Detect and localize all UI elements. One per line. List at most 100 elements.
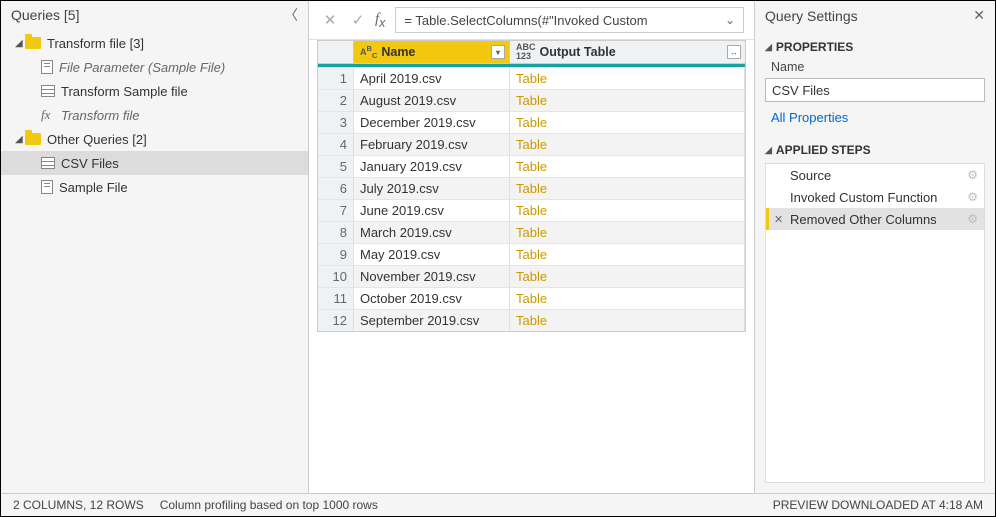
cell-output[interactable]: Table: [510, 133, 745, 155]
gear-icon[interactable]: ⚙: [967, 190, 978, 204]
cancel-formula-icon[interactable]: ✕: [319, 9, 341, 31]
cell-name[interactable]: January 2019.csv: [354, 155, 510, 177]
cell-output[interactable]: Table: [510, 177, 745, 199]
cell-name[interactable]: February 2019.csv: [354, 133, 510, 155]
applied-step[interactable]: ✕Removed Other Columns⚙: [766, 208, 984, 230]
cell-name[interactable]: April 2019.csv: [354, 67, 510, 89]
row-number: 7: [318, 199, 354, 221]
properties-section[interactable]: ◢ PROPERTIES: [765, 40, 985, 54]
cell-output[interactable]: Table: [510, 155, 745, 177]
column-header-output[interactable]: ABC123 Output Table ↔: [510, 41, 746, 63]
cell-output[interactable]: Table: [510, 199, 745, 221]
center-area: ✕ ✓ fx = Table.SelectColumns(#"Invoked C…: [309, 1, 755, 493]
cell-output[interactable]: Table: [510, 221, 745, 243]
cell-output[interactable]: Table: [510, 309, 745, 331]
expand-formula-icon[interactable]: ⌄: [725, 13, 735, 27]
tree-item[interactable]: File Parameter (Sample File): [1, 55, 308, 79]
fx-icon: fx: [375, 11, 385, 30]
folder-label: Other Queries [2]: [47, 132, 147, 147]
tree-item[interactable]: CSV Files: [1, 151, 308, 175]
column-header-name[interactable]: ABC Name ▾: [354, 41, 510, 63]
status-profiling: Column profiling based on top 1000 rows: [160, 498, 378, 512]
formula-text: = Table.SelectColumns(#"Invoked Custom: [404, 13, 647, 28]
cell-name[interactable]: November 2019.csv: [354, 265, 510, 287]
table-row[interactable]: 5January 2019.csvTable: [318, 155, 745, 177]
row-header-cell[interactable]: [318, 41, 354, 63]
name-label: Name: [771, 60, 985, 74]
row-number: 3: [318, 111, 354, 133]
table-row[interactable]: 10November 2019.csvTable: [318, 265, 745, 287]
row-number: 11: [318, 287, 354, 309]
cell-output[interactable]: Table: [510, 89, 745, 111]
row-number: 4: [318, 133, 354, 155]
cell-name[interactable]: September 2019.csv: [354, 309, 510, 331]
row-number: 10: [318, 265, 354, 287]
applied-step[interactable]: Invoked Custom Function⚙: [766, 186, 984, 208]
status-columns-rows: 2 COLUMNS, 12 ROWS: [13, 498, 144, 512]
formula-bar: ✕ ✓ fx = Table.SelectColumns(#"Invoked C…: [309, 1, 754, 40]
cell-name[interactable]: July 2019.csv: [354, 177, 510, 199]
table-row[interactable]: 9May 2019.csvTable: [318, 243, 745, 265]
cell-name[interactable]: December 2019.csv: [354, 111, 510, 133]
col-name-label: Name: [381, 45, 415, 59]
table-row[interactable]: 12September 2019.csvTable: [318, 309, 745, 331]
cell-name[interactable]: June 2019.csv: [354, 199, 510, 221]
settings-title: Query Settings: [765, 8, 858, 24]
row-number: 1: [318, 67, 354, 89]
row-number: 2: [318, 89, 354, 111]
gear-icon[interactable]: ⚙: [967, 212, 978, 226]
table-row[interactable]: 7June 2019.csvTable: [318, 199, 745, 221]
row-number: 12: [318, 309, 354, 331]
expand-column-icon[interactable]: ↔: [727, 45, 741, 59]
cell-output[interactable]: Table: [510, 67, 745, 89]
cell-output[interactable]: Table: [510, 243, 745, 265]
formula-input[interactable]: = Table.SelectColumns(#"Invoked Custom ⌄: [395, 7, 744, 33]
query-settings-panel: Query Settings ✕ ◢ PROPERTIES Name All P…: [755, 1, 995, 493]
table-row[interactable]: 2August 2019.csvTable: [318, 89, 745, 111]
caret-down-icon: ◢: [15, 134, 25, 145]
table-row[interactable]: 4February 2019.csvTable: [318, 133, 745, 155]
cell-name[interactable]: May 2019.csv: [354, 243, 510, 265]
query-name-input[interactable]: [765, 78, 985, 102]
row-number: 9: [318, 243, 354, 265]
cell-name[interactable]: August 2019.csv: [354, 89, 510, 111]
tree-item-label: Transform Sample file: [61, 84, 188, 99]
table-row[interactable]: 1April 2019.csvTable: [318, 67, 745, 89]
row-number: 8: [318, 221, 354, 243]
table-row[interactable]: 6July 2019.csvTable: [318, 177, 745, 199]
column-filter-icon[interactable]: ▾: [491, 45, 505, 59]
cell-name[interactable]: October 2019.csv: [354, 287, 510, 309]
tree-item[interactable]: Transform Sample file: [1, 79, 308, 103]
type-text-icon: ABC: [360, 45, 377, 59]
cell-name[interactable]: March 2019.csv: [354, 221, 510, 243]
row-number: 5: [318, 155, 354, 177]
tree-folder[interactable]: ◢ Other Queries [2]: [1, 127, 308, 151]
queries-title: Queries [5]: [11, 7, 79, 23]
table-row[interactable]: 3December 2019.csvTable: [318, 111, 745, 133]
tree-item-label: File Parameter (Sample File): [59, 60, 225, 75]
tree-item[interactable]: Sample File: [1, 175, 308, 199]
collapse-queries-icon[interactable]: 〈: [284, 5, 298, 25]
tree-item-label: Transform file: [61, 108, 140, 123]
gear-icon[interactable]: ⚙: [967, 168, 978, 182]
row-number: 6: [318, 177, 354, 199]
table-row[interactable]: 8March 2019.csvTable: [318, 221, 745, 243]
tree-folder[interactable]: ◢Transform file [3]: [1, 31, 308, 55]
folder-icon: [25, 133, 41, 145]
cell-output[interactable]: Table: [510, 287, 745, 309]
all-properties-link[interactable]: All Properties: [771, 110, 985, 125]
close-settings-icon[interactable]: ✕: [973, 7, 985, 24]
delete-step-icon[interactable]: ✕: [774, 213, 783, 226]
data-grid: ABC Name ▾ ABC123 Output Table ↔ 1April …: [309, 40, 754, 332]
cell-output[interactable]: Table: [510, 111, 745, 133]
caret-down-icon: ◢: [765, 42, 772, 53]
cell-output[interactable]: Table: [510, 265, 745, 287]
applied-step[interactable]: Source⚙: [766, 164, 984, 186]
tree-item[interactable]: fxTransform file: [1, 103, 308, 127]
table-row[interactable]: 11October 2019.csvTable: [318, 287, 745, 309]
commit-formula-icon[interactable]: ✓: [347, 9, 369, 31]
applied-steps-section[interactable]: ◢ APPLIED STEPS: [765, 143, 985, 157]
tree-item-label: CSV Files: [61, 156, 119, 171]
caret-down-icon: ◢: [15, 38, 25, 49]
table-icon: [41, 85, 55, 97]
